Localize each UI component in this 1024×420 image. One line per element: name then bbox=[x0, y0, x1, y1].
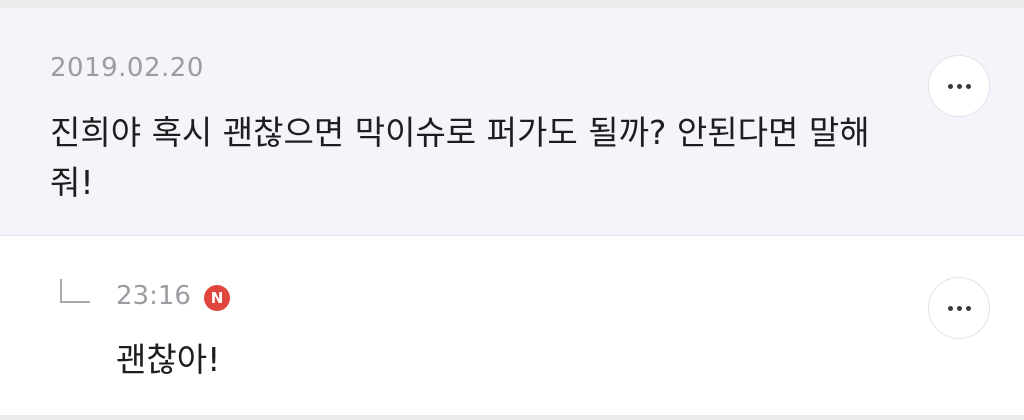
reply-arrow-icon bbox=[60, 279, 90, 303]
reply-text: 괜찮아! bbox=[116, 340, 221, 379]
reply-time: 23:16 bbox=[116, 281, 191, 311]
more-horizontal-icon bbox=[947, 305, 953, 311]
reply-item: 23:16 N 괜찮아! bbox=[0, 237, 1024, 415]
bottom-divider bbox=[0, 415, 1024, 420]
comment-date: 2019.02.20 bbox=[50, 53, 204, 83]
more-horizontal-icon bbox=[947, 83, 953, 89]
comment-text: 진희야 혹시 괜찮으면 막이슈로 퍼가도 될까? 안된다면 말해줘! bbox=[50, 113, 870, 202]
new-badge: N bbox=[204, 285, 230, 311]
top-divider bbox=[0, 0, 1024, 8]
comment-more-button[interactable] bbox=[928, 55, 990, 117]
reply-more-button[interactable] bbox=[928, 277, 990, 339]
comment-item: 2019.02.20 진희야 혹시 괜찮으면 막이슈로 퍼가도 될까? 안된다면… bbox=[0, 8, 1024, 236]
